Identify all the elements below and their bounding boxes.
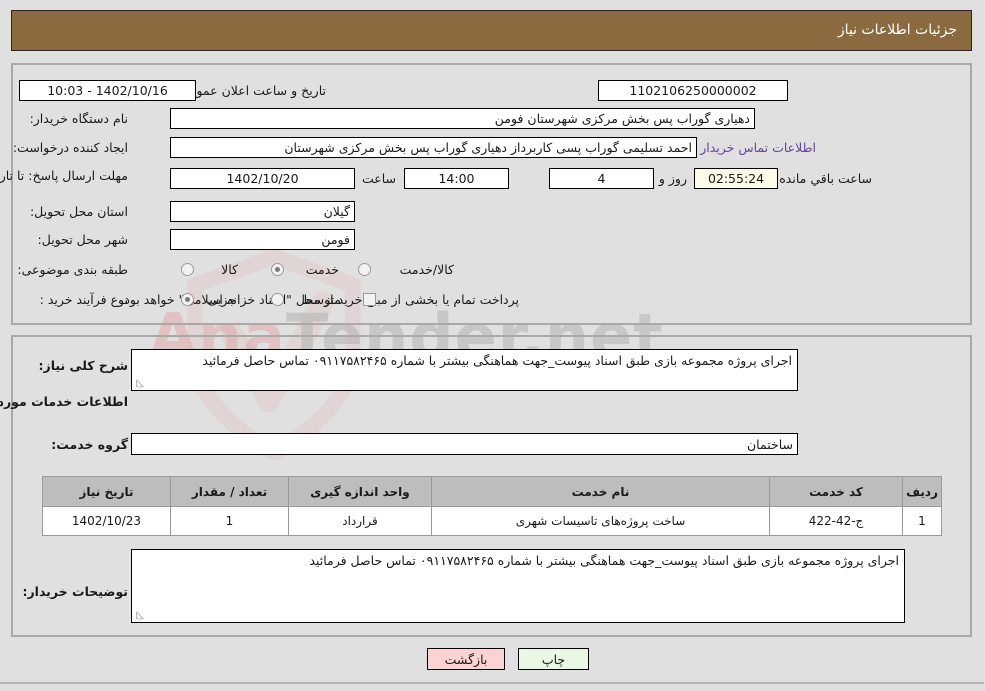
category-option-label-0: کالا <box>222 262 239 277</box>
cell-need-date: 1402/10/23 <box>43 506 172 536</box>
description-textarea[interactable]: اجرای پروژه مجموعه بازی طبق اسناد پیوست_… <box>132 349 799 391</box>
back-button[interactable]: بازگشت <box>428 648 506 670</box>
service-group-label: گروه خدمت: <box>52 437 129 452</box>
category-radio-kala[interactable] <box>182 263 195 276</box>
buyer-contact-link[interactable]: اطلاعات تماس خریدار <box>701 140 817 155</box>
buyer-org-field[interactable]: دهیاری گوراب پس بخش مرکزی شهرستان فومن <box>171 108 756 129</box>
resize-grip-icon[interactable]: ◺ <box>135 379 145 389</box>
process-radio-motevaset[interactable] <box>272 293 285 306</box>
remaining-time-field: 02:55:24 <box>695 168 779 189</box>
public-announcement-label: تاریخ و ساعت اعلان عمومی: <box>176 83 327 98</box>
th-service-name: نام خدمت <box>432 476 771 507</box>
buyer-notes-textarea[interactable]: اجرای پروژه مجموعه بازی طبق اسناد پیوست_… <box>132 549 906 623</box>
deadline-date-field[interactable]: 1402/10/20 <box>171 168 356 189</box>
page-root: AnaTender.net جزئیات اطلاعات نیاز شماره … <box>0 0 985 691</box>
th-service-code: کد خدمت <box>770 476 904 507</box>
cell-unit: قرارداد <box>289 506 433 536</box>
resize-grip-icon-2[interactable]: ◺ <box>135 611 145 621</box>
public-announcement-field[interactable]: 1402/10/16 - 10:03 <box>20 80 197 101</box>
page-title: جزئیات اطلاعات نیاز <box>838 22 958 38</box>
cell-service-code: ج-42-422 <box>770 506 904 536</box>
remaining-time-label: ساعت باقي مانده <box>780 171 873 186</box>
page-title-bar: جزئیات اطلاعات نیاز <box>12 10 973 51</box>
cell-radif: 1 <box>903 506 943 536</box>
description-label: شرح کلی نیاز: <box>39 358 129 373</box>
cell-quantity: 1 <box>171 506 290 536</box>
process-radio-jozee[interactable] <box>182 293 195 306</box>
hour-label: ساعت <box>362 171 397 186</box>
th-radif: ردیف <box>903 476 943 507</box>
city-field[interactable]: فومن <box>171 229 356 250</box>
category-label: طبقه بندی موضوعی: <box>18 262 129 277</box>
services-table: ردیف کد خدمت نام خدمت واحد اندازه گیری ت… <box>43 476 943 536</box>
requester-label: ایجاد کننده درخواست: <box>13 140 129 155</box>
cell-service-name: ساخت پروژه‌های تاسیسات شهری <box>432 506 771 536</box>
table-header-row: ردیف کد خدمت نام خدمت واحد اندازه گیری ت… <box>43 476 943 507</box>
deadline-label: مهلت ارسال پاسخ: تا تاریخ: <box>0 168 129 183</box>
service-group-field[interactable]: ساختمان <box>132 433 799 455</box>
deadline-time-field[interactable]: 14:00 <box>405 168 510 189</box>
th-need-date: تاریخ نیاز <box>43 476 172 507</box>
category-option-label-1: خدمت <box>306 262 340 277</box>
remaining-days-field[interactable]: 4 <box>550 168 655 189</box>
city-label: شهر محل تحویل: <box>38 232 129 247</box>
days-label: روز و <box>659 171 688 186</box>
province-label: استان محل تحویل: <box>30 204 129 219</box>
buyer-notes-text: اجرای پروژه مجموعه بازی طبق اسناد پیوست_… <box>310 553 900 568</box>
footer-divider <box>0 682 985 684</box>
buyer-org-label: نام دستگاه خریدار: <box>30 111 129 126</box>
print-button[interactable]: چاپ <box>519 648 590 670</box>
category-radio-kala-khedmat[interactable] <box>359 263 372 276</box>
requester-field[interactable]: احمد تسلیمی گوراب پسی کاربرداز دهیاری گو… <box>171 137 698 158</box>
need-info-panel <box>12 63 973 325</box>
process-label: نوع فرآیند خرید : <box>40 292 129 307</box>
category-radio-khedmat[interactable] <box>272 263 285 276</box>
th-quantity: تعداد / مقدار <box>171 476 290 507</box>
description-text: اجرای پروژه مجموعه بازی طبق اسناد پیوست_… <box>203 353 793 368</box>
need-number-field[interactable]: 1102106250000002 <box>599 80 789 101</box>
buyer-notes-label: توضیحات خریدار: <box>23 584 129 599</box>
treasury-bonds-checkbox[interactable] <box>364 293 377 306</box>
th-unit: واحد اندازه گیری <box>289 476 433 507</box>
services-section-heading: اطلاعات خدمات مورد نیاز <box>0 394 129 409</box>
category-option-label-2: کالا/خدمت <box>400 262 455 277</box>
province-field[interactable]: گیلان <box>171 201 356 222</box>
table-row[interactable]: 1 ج-42-422 ساخت پروژه‌های تاسیسات شهری ق… <box>43 506 943 536</box>
